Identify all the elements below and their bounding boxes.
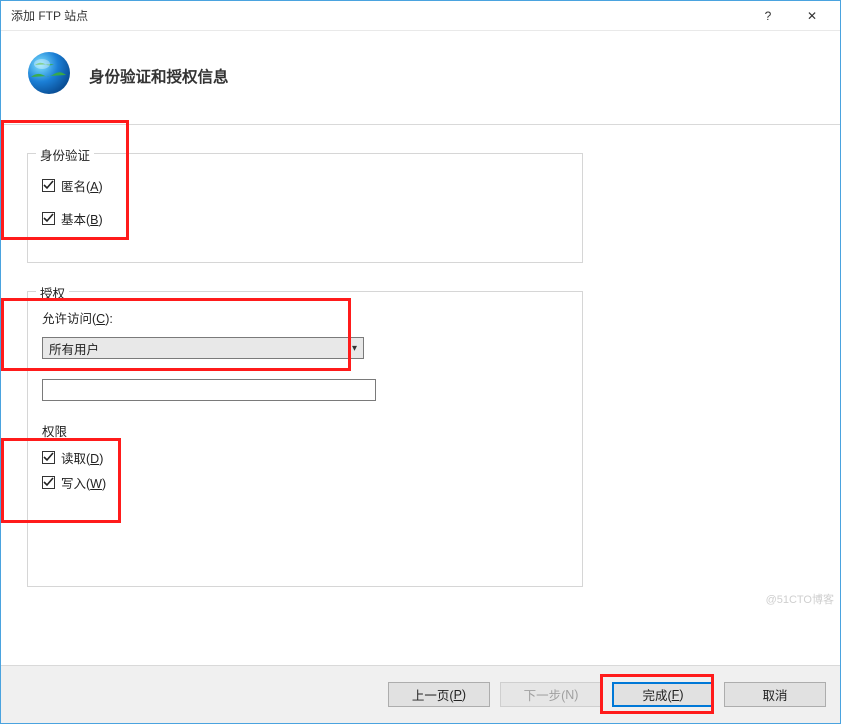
permissions-legend: 权限	[42, 421, 568, 440]
close-button[interactable]: ✕	[790, 2, 834, 30]
access-specific-textbox[interactable]	[42, 379, 376, 401]
check-icon	[43, 213, 54, 224]
basic-checkbox-row[interactable]: 基本(B)	[42, 209, 568, 228]
dialog-window: 添加 FTP 站点 ? ✕ 身份验证和授权信息	[0, 0, 841, 724]
dropdown-value: 所有用户	[49, 339, 99, 358]
help-button[interactable]: ?	[746, 2, 790, 30]
allow-access-label: 允许访问(C):	[42, 308, 568, 327]
chevron-down-icon: ▾	[352, 343, 357, 354]
write-label: 写入(W)	[61, 473, 106, 492]
previous-button[interactable]: 上一页(P)	[388, 682, 490, 707]
permissions-group: 权限 读取(D) 写入(W)	[42, 421, 568, 492]
cancel-button[interactable]: 取消	[724, 682, 826, 707]
check-icon	[43, 452, 54, 463]
authorization-group: 授权 允许访问(C): 所有用户 ▾ 权限 读取(D)	[27, 291, 583, 587]
window-title: 添加 FTP 站点	[11, 7, 746, 24]
write-checkbox-row[interactable]: 写入(W)	[42, 473, 568, 492]
anonymous-label: 匿名(A)	[61, 176, 103, 195]
watermark: @51CTO博客	[766, 591, 834, 607]
authentication-group: 身份验证 匿名(A) 基本(B)	[27, 153, 583, 263]
close-icon: ✕	[807, 9, 817, 23]
authentication-legend: 身份验证	[36, 145, 94, 164]
allow-access-dropdown[interactable]: 所有用户 ▾	[42, 337, 364, 359]
page-title: 身份验证和授权信息	[89, 65, 229, 87]
dialog-footer: 上一页(P) 下一步(N) 完成(F) 取消	[1, 665, 840, 723]
globe-icon	[25, 49, 73, 102]
check-icon	[43, 180, 54, 191]
read-checkbox-row[interactable]: 读取(D)	[42, 448, 568, 467]
titlebar: 添加 FTP 站点 ? ✕	[1, 1, 840, 31]
read-checkbox[interactable]	[42, 451, 55, 464]
finish-button[interactable]: 完成(F)	[612, 682, 714, 707]
anonymous-checkbox[interactable]	[42, 179, 55, 192]
authorization-legend: 授权	[36, 283, 69, 302]
write-checkbox[interactable]	[42, 476, 55, 489]
dialog-header: 身份验证和授权信息	[1, 31, 840, 125]
read-label: 读取(D)	[61, 448, 103, 467]
basic-checkbox[interactable]	[42, 212, 55, 225]
check-icon	[43, 477, 54, 488]
content-area: 身份验证 匿名(A) 基本(B) 授权	[1, 125, 840, 665]
next-button: 下一步(N)	[500, 682, 602, 707]
anonymous-checkbox-row[interactable]: 匿名(A)	[42, 176, 568, 195]
basic-label: 基本(B)	[61, 209, 103, 228]
